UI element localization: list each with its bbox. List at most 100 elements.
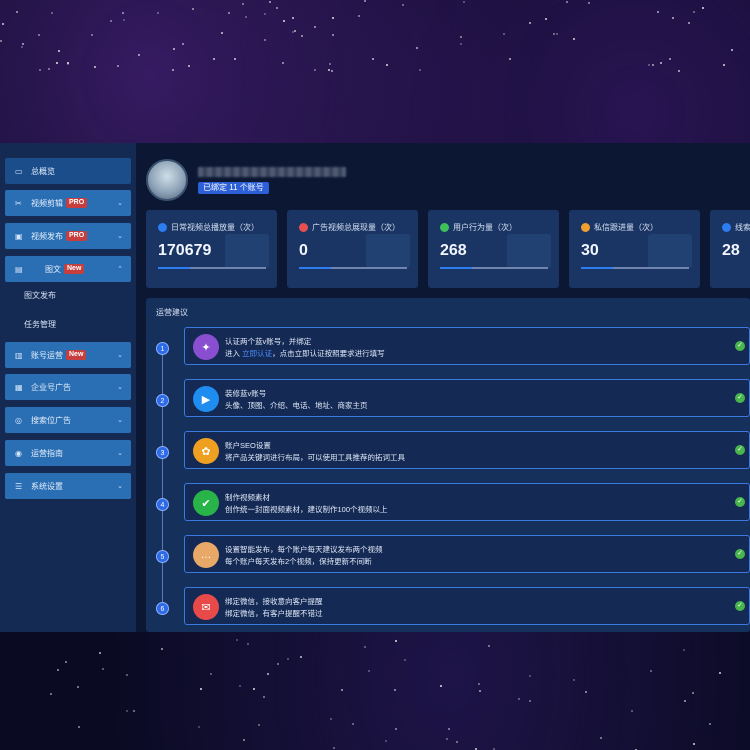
sidebar-item-article[interactable]: ▤ 图文 New ⌃ — [5, 256, 131, 282]
star-dot — [199, 687, 202, 690]
star-dot — [277, 662, 280, 665]
stat-label-text: 广告视频总展现量（次） — [312, 223, 400, 232]
star-dot — [395, 639, 397, 642]
star-dot — [56, 61, 59, 64]
star-dot — [245, 15, 248, 18]
star-dot — [331, 34, 334, 37]
star-dot — [287, 657, 290, 660]
check-icon: ✓ — [735, 445, 745, 455]
star-dot — [239, 685, 242, 688]
star-dot — [440, 684, 443, 687]
sidebar-item-video-edit[interactable]: ✂ 视频剪辑 PRO ⌄ — [5, 190, 131, 216]
sidebar-item-overview[interactable]: ▭ 总概览 — [5, 158, 131, 184]
star-dot — [492, 747, 495, 750]
star-dot — [161, 648, 164, 651]
sidebar-item-label: 系统设置 — [31, 481, 63, 491]
star-dot — [137, 54, 140, 57]
star-dot — [600, 737, 603, 740]
sidebar-item-ops-guide[interactable]: ◉ 运营指南 ⌄ — [5, 440, 131, 466]
stat-dot-icon — [722, 223, 731, 232]
chevron-down-icon: ⌄ — [117, 417, 123, 424]
star-dot — [267, 672, 270, 675]
star-dot — [252, 688, 255, 691]
star-dot — [181, 43, 184, 46]
star-dot — [478, 683, 481, 686]
sidebar-subitem-task-manage[interactable]: 任务管理 — [24, 319, 56, 330]
star-dot — [528, 674, 531, 677]
star-dot — [197, 725, 200, 728]
stat-value: 170679 — [158, 242, 212, 259]
stat-label: 广告视频总展现量（次） — [299, 222, 400, 233]
star-dot — [657, 10, 660, 13]
timeline-line — [162, 348, 163, 610]
star-dot — [565, 1, 568, 4]
check-icon: ✓ — [735, 341, 745, 351]
star-dot — [487, 644, 490, 647]
star-dot — [313, 26, 316, 29]
sidebar-item-video-publish[interactable]: ▣ 视频发布 PRO ⌄ — [5, 223, 131, 249]
stat-progress — [299, 267, 407, 269]
star-dot — [64, 661, 67, 664]
advice-card-desc: 头像、顶图、介绍、电话、地址、商家主页 — [225, 401, 368, 410]
pro-tag: PRO — [66, 198, 88, 208]
briefcase-icon: ▦ — [15, 382, 23, 392]
sidebar-item-enterprise-ads[interactable]: ▦ 企业号广告 ⌄ — [5, 374, 131, 400]
sidebar-item-label: 运营指南 — [31, 448, 63, 458]
star-dot — [57, 669, 60, 672]
advice-card[interactable]: ✿ 账户SEO设置 将产品关键词进行布局，可以使用工具推荐的拓词工具 ✓ — [184, 431, 750, 469]
stat-dot-icon — [158, 223, 167, 232]
verify-link[interactable]: 立即认证 — [242, 349, 272, 358]
star-dot — [157, 12, 160, 15]
stat-label: 线索 — [722, 222, 750, 233]
sidebar-item-system-settings[interactable]: ☰ 系统设置 ⌄ — [5, 473, 131, 499]
sidebar-item-label: 图文 — [45, 264, 61, 274]
user-badge-icon: ✦ — [193, 334, 219, 360]
desc-text: 进入 — [225, 349, 243, 358]
advice-card-title: 设置智能发布，每个账户每天建议发布两个视频 — [225, 545, 383, 554]
star-dot — [518, 698, 521, 701]
star-dot — [692, 11, 695, 14]
star-dot — [367, 669, 370, 672]
advice-card[interactable]: ✦ 认证两个蓝v账号，并绑定 进入 立即认证，点击立即认证按照要求进行填写 ✓ — [184, 327, 750, 365]
star-dot — [475, 747, 478, 750]
compass-icon: ◉ — [15, 448, 22, 458]
sidebar-item-search-ads[interactable]: ◎ 搜索位广告 ⌄ — [5, 407, 131, 433]
star-dot — [652, 63, 655, 66]
star-dot — [93, 65, 96, 68]
advice-card[interactable]: … 设置智能发布，每个账户每天建议发布两个视频 每个账户每天发布2个视频，保持更… — [184, 535, 750, 573]
check-icon: ✓ — [735, 601, 745, 611]
star-dot — [117, 64, 120, 67]
star-dot — [588, 2, 591, 5]
advice-card-desc: 将产品关键词进行布局，可以使用工具推荐的拓词工具 — [225, 453, 405, 462]
sidebar-item-account-ops[interactable]: ▥ 账号运营 New ⌄ — [5, 342, 131, 368]
stat-label-text: 线索 — [735, 223, 750, 232]
advice-card[interactable]: ✔ 制作视频素材 创作统一封面视频素材，建议制作100个视频以上 ✓ — [184, 483, 750, 521]
star-dot — [364, 646, 367, 649]
advice-card[interactable]: ▶ 装修蓝v账号 头像、顶图、介绍、电话、地址、商家主页 ✓ — [184, 379, 750, 417]
stat-card-dm-followups[interactable]: 私信跟进量（次） 30 — [569, 210, 700, 288]
stat-card-user-actions[interactable]: 用户行为量（次） 268 — [428, 210, 559, 288]
star-dot — [228, 12, 231, 15]
stat-card-ad-impressions[interactable]: 广告视频总展现量（次） 0 — [287, 210, 418, 288]
mail-icon — [648, 234, 692, 268]
check-icon: ✓ — [735, 393, 745, 403]
advice-card[interactable]: ✉ 绑定微信，接收意向客户提醒 绑定微信，有客户提醒不错过 ✓ — [184, 587, 750, 625]
star-dot — [263, 38, 266, 41]
stat-card-daily-plays[interactable]: 日常视频总播放量（次） 170679 — [146, 210, 277, 288]
stat-card-clues[interactable]: 线索 28 — [710, 210, 750, 288]
sidebar-item-label: 视频剪辑 — [31, 198, 63, 208]
star-dot — [122, 11, 125, 14]
chevron-down-icon: ⌄ — [117, 384, 123, 391]
sidebar-subitem-article-publish[interactable]: 图文发布 — [24, 290, 56, 301]
star-dot — [445, 737, 448, 740]
star-dot — [67, 63, 70, 66]
star-dot — [352, 722, 355, 725]
star-dot — [668, 58, 671, 61]
star-dot — [460, 35, 463, 38]
settings-icon: ☰ — [15, 481, 23, 491]
document-icon: ▤ — [15, 264, 23, 274]
avatar[interactable] — [146, 159, 188, 201]
star-dot — [394, 689, 397, 692]
stat-label: 用户行为量（次） — [440, 222, 517, 233]
advice-card-desc: 绑定微信，有客户提醒不错过 — [225, 609, 323, 618]
